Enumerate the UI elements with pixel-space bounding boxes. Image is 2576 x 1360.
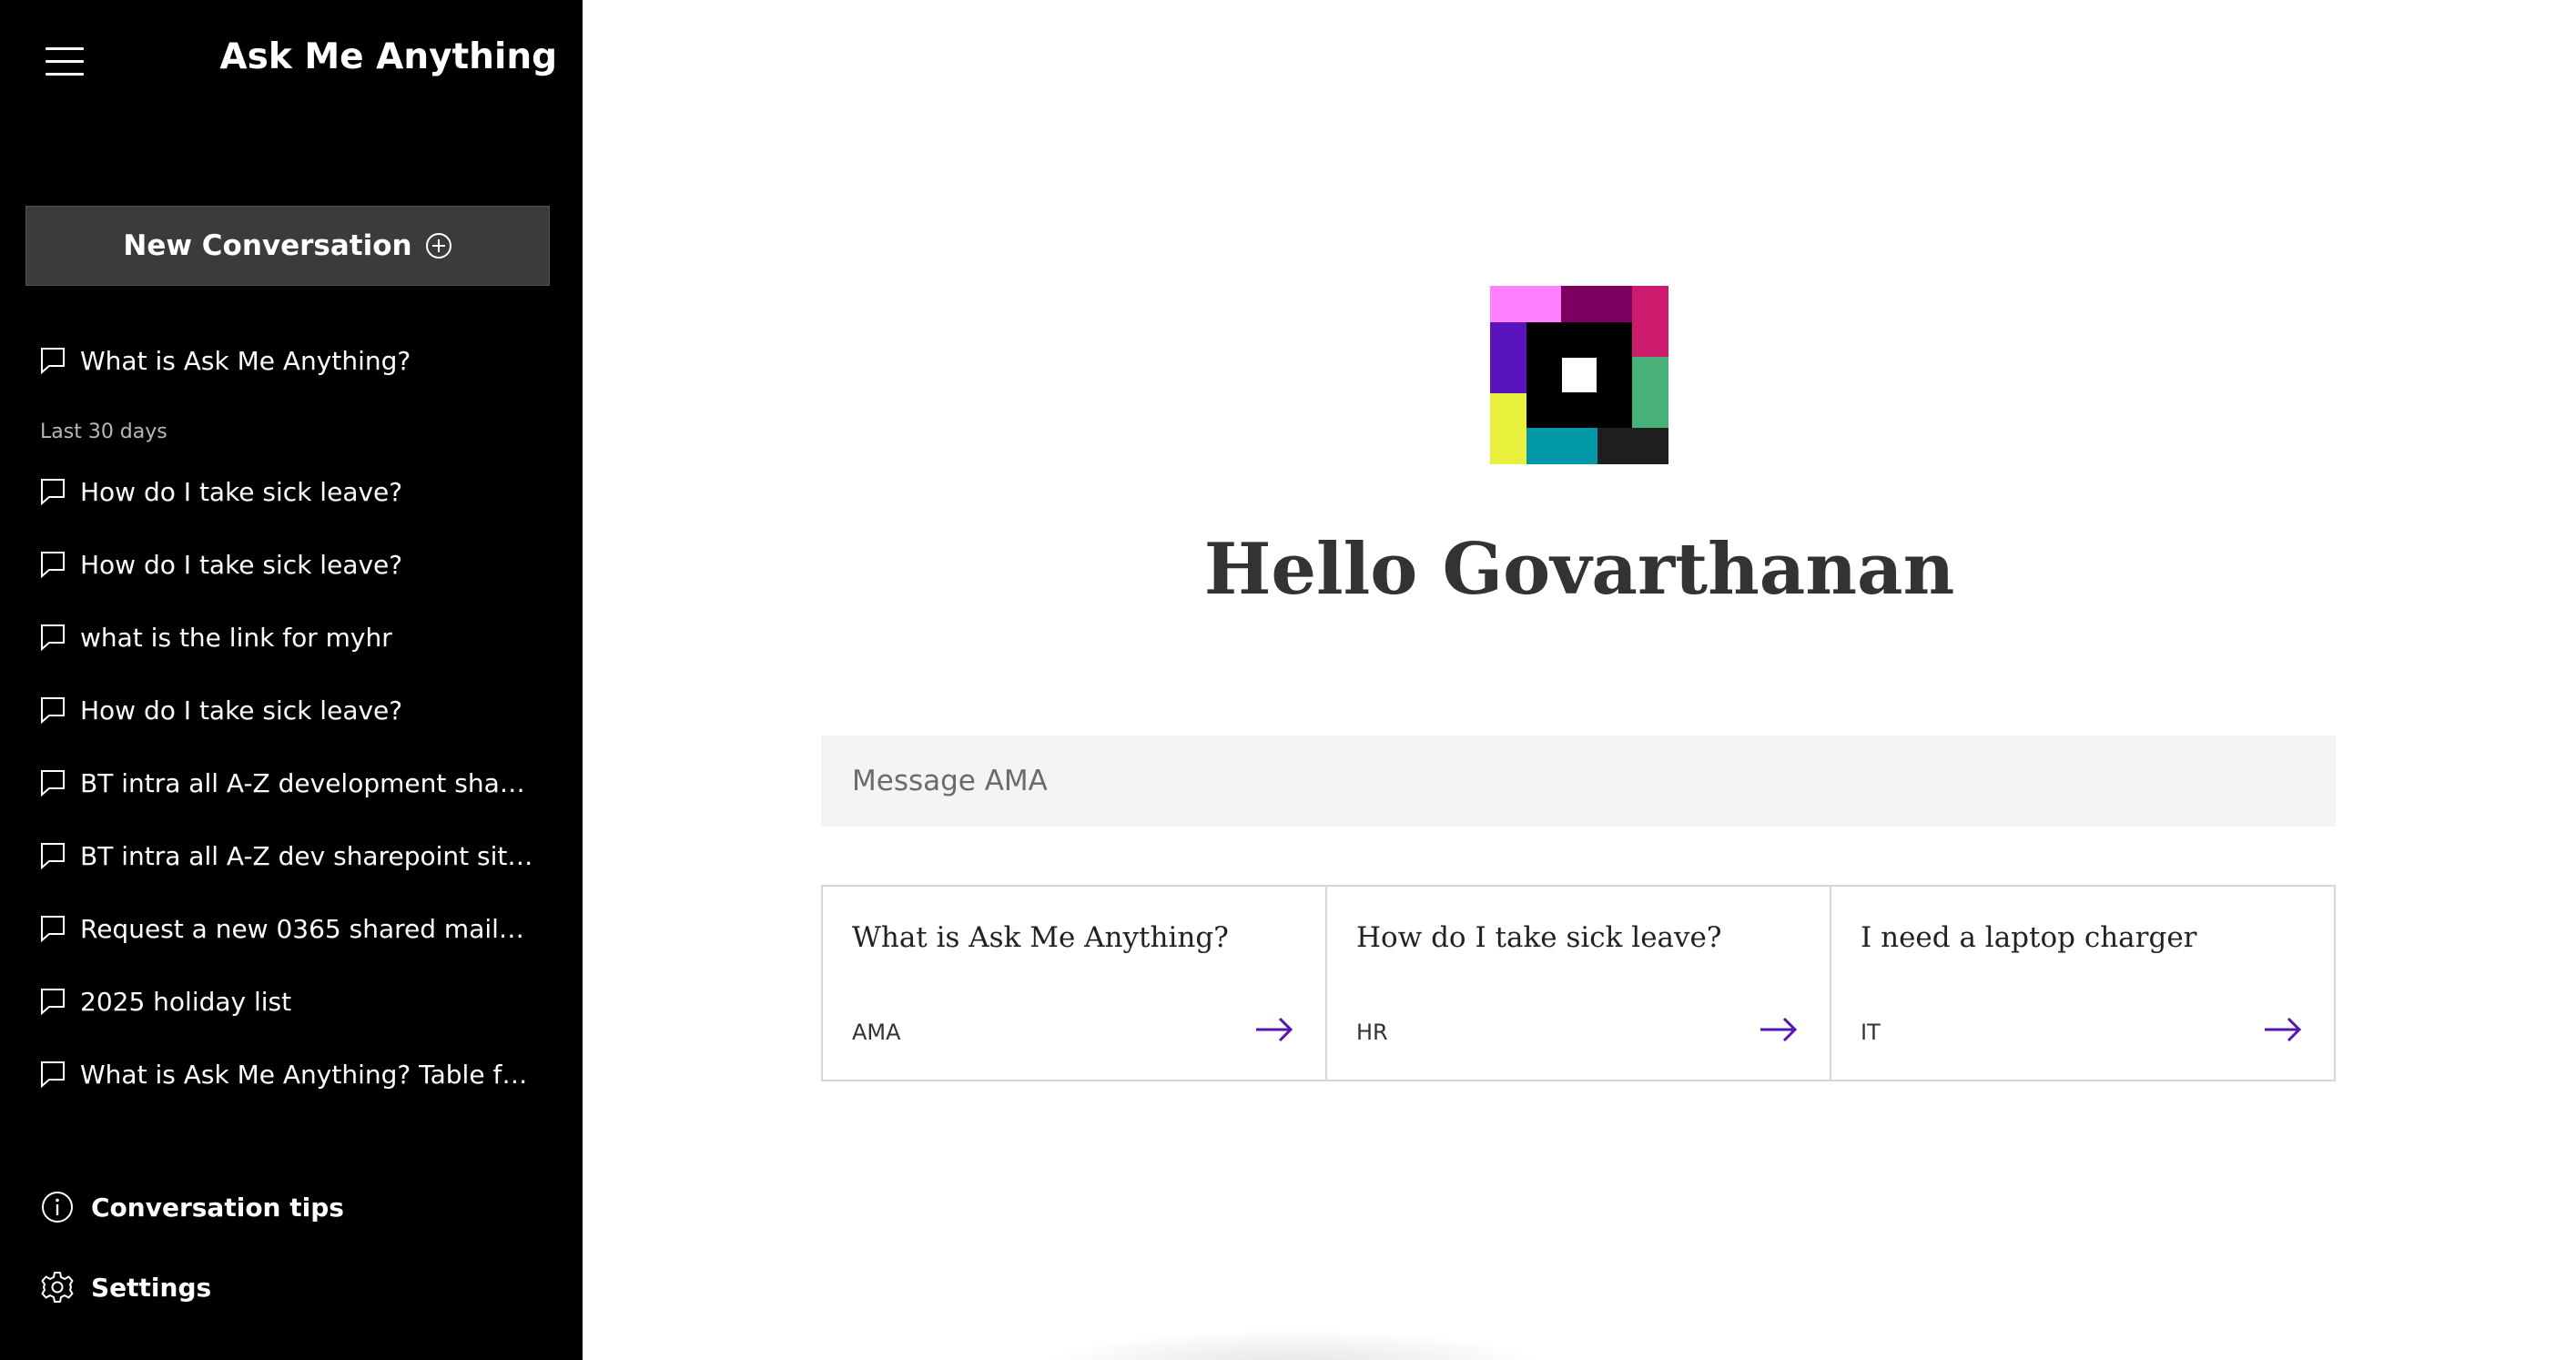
ama-logo <box>1490 286 1668 464</box>
conversation-label: Request a new 0365 shared mailbox <box>80 913 535 944</box>
chat-bubble-icon <box>41 1061 65 1088</box>
message-input[interactable] <box>821 736 2336 827</box>
chat-bubble-icon <box>41 348 65 374</box>
hamburger-menu-icon[interactable] <box>46 46 84 78</box>
conversation-item[interactable]: How do I take sick leave? <box>40 542 550 587</box>
section-label-last-30-days: Last 30 days <box>40 421 167 443</box>
suggestion-card-tag: AMA <box>852 1020 901 1045</box>
conversation-label: How do I take sick leave? <box>80 695 403 726</box>
settings-label: Settings <box>91 1272 212 1303</box>
plus-circle-icon <box>425 233 451 259</box>
suggestion-card-title: What is Ask Me Anything? <box>852 921 1229 954</box>
conversation-item[interactable]: What is Ask Me Anything? Table format <box>40 1051 550 1097</box>
conversation-label: 2025 holiday list <box>80 986 292 1017</box>
suggestion-card[interactable]: How do I take sick leave? HR <box>1327 887 1831 1080</box>
app-title: Ask Me Anything <box>219 36 557 77</box>
conversation-item[interactable]: Request a new 0365 shared mailbox <box>40 906 550 951</box>
conversation-item[interactable]: BT intra all A-Z development sharepoint … <box>40 760 550 806</box>
conversation-item[interactable]: what is the link for myhr <box>40 614 550 660</box>
conversation-item[interactable]: What is Ask Me Anything? <box>40 338 550 383</box>
chat-bubble-icon <box>41 624 65 651</box>
suggestion-card-tag: IT <box>1861 1020 1881 1045</box>
sidebar: Ask Me Anything New Conversation What is… <box>0 0 583 1360</box>
suggestion-card-title: How do I take sick leave? <box>1356 921 1722 954</box>
conversation-tips-link[interactable]: Conversation tips <box>40 1184 344 1230</box>
conversation-item[interactable]: How do I take sick leave? <box>40 687 550 733</box>
conversation-label: BT intra all A-Z dev sharepoint site? <box>80 840 535 871</box>
conversation-label: What is Ask Me Anything? Table format <box>80 1059 532 1090</box>
new-conversation-button[interactable]: New Conversation <box>25 206 550 286</box>
arrow-right-icon <box>2265 1017 2302 1042</box>
conversation-label: How do I take sick leave? <box>80 549 403 580</box>
chat-bubble-icon <box>41 697 65 724</box>
chat-bubble-icon <box>41 916 65 942</box>
suggestion-card-title: I need a laptop charger <box>1861 921 2197 954</box>
main-content: Hello Govarthanan What is Ask Me Anythin… <box>583 0 2576 1360</box>
suggestion-card-tag: HR <box>1356 1020 1388 1045</box>
conversation-label: BT intra all A-Z development sharepoint … <box>80 767 528 798</box>
gear-icon <box>41 1272 74 1303</box>
app-root: Ask Me Anything New Conversation What is… <box>0 0 2576 1360</box>
suggestion-card[interactable]: I need a laptop charger IT <box>1831 887 2334 1080</box>
conversation-label: How do I take sick leave? <box>80 476 403 507</box>
conversation-item[interactable]: How do I take sick leave? <box>40 469 550 514</box>
chat-bubble-icon <box>41 770 65 797</box>
chat-bubble-icon <box>41 479 65 505</box>
conversation-label: what is the link for myhr <box>80 622 392 653</box>
conversation-item[interactable]: BT intra all A-Z dev sharepoint site? <box>40 833 550 878</box>
chat-bubble-icon <box>41 552 65 578</box>
new-conversation-label: New Conversation <box>123 229 412 262</box>
conversation-item[interactable]: 2025 holiday list <box>40 979 550 1024</box>
settings-link[interactable]: Settings <box>40 1264 211 1310</box>
bottom-shadow <box>1038 1329 1547 1360</box>
conversation-label: What is Ask Me Anything? <box>80 345 411 376</box>
arrow-right-icon <box>1760 1017 1798 1042</box>
chat-bubble-icon <box>41 843 65 869</box>
suggestion-cards: What is Ask Me Anything? AMA How do I ta… <box>821 885 2336 1081</box>
arrow-right-icon <box>1256 1017 1293 1042</box>
chat-bubble-icon <box>41 989 65 1015</box>
conversation-tips-label: Conversation tips <box>91 1192 344 1223</box>
suggestion-card[interactable]: What is Ask Me Anything? AMA <box>823 887 1327 1080</box>
greeting-heading: Hello Govarthanan <box>1203 528 1955 611</box>
info-icon <box>42 1192 73 1223</box>
